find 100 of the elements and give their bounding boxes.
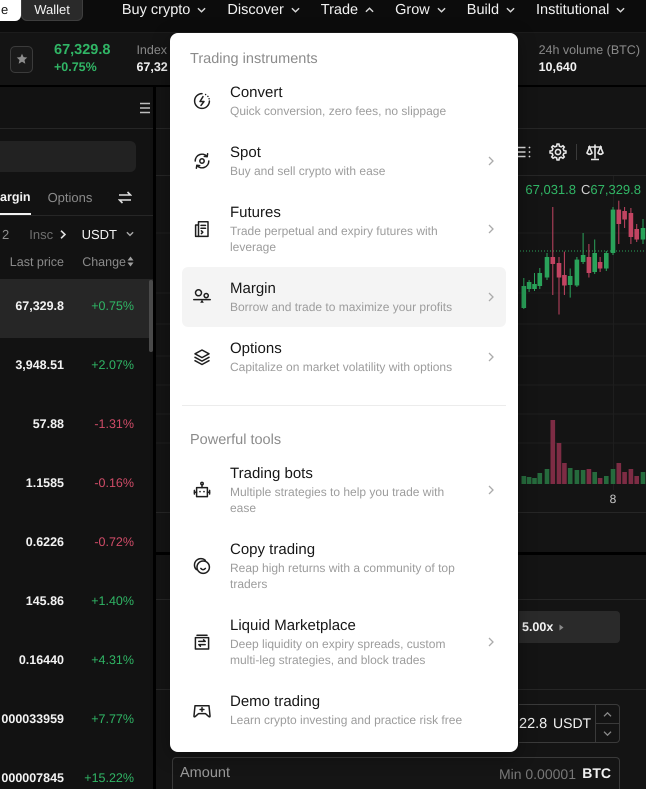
change-cell: +4.31% xyxy=(91,652,134,669)
nav-menu-button[interactable]: Buy crypto xyxy=(122,0,206,20)
price-cell: 000033959 xyxy=(1,711,64,728)
overlapping-circles-icon xyxy=(192,556,212,576)
item-title: Futures xyxy=(230,203,281,223)
stat-label: 24h volume (BTC) xyxy=(538,42,640,59)
volume-bar xyxy=(640,472,646,484)
item-description: Trade perpetual and expiry futures with leverage xyxy=(230,223,439,255)
price-cell: 145.86 xyxy=(26,593,64,610)
leverage-button[interactable]: 5.00x xyxy=(519,611,620,643)
price-cell: 000007845 xyxy=(1,770,64,787)
favorite-button[interactable] xyxy=(10,46,33,72)
sort-icon[interactable] xyxy=(127,256,134,267)
item-description: Learn crypto investing and practice risk free xyxy=(230,712,462,728)
stat-label: Index xyxy=(136,42,168,59)
menu-item[interactable]: Liquid Marketplace Deep liquidity on expiry spreads, custom multi-leg strategies, and block trades xyxy=(182,604,506,680)
ohlc-label: C xyxy=(581,182,590,198)
axis-label: 8 xyxy=(610,492,616,506)
chevron-right-icon[interactable] xyxy=(60,228,66,240)
rotating-arrows-icon xyxy=(192,151,212,171)
candlestick xyxy=(640,218,646,244)
item-title: Demo trading xyxy=(230,692,320,712)
change-cell: -1.31% xyxy=(94,416,134,433)
document-icon xyxy=(192,219,212,239)
volume-bar xyxy=(604,476,609,484)
item-title: Spot xyxy=(230,143,261,163)
menu-item[interactable]: Trading bots Multiple strategies to help you trade with ease xyxy=(182,452,506,528)
change-cell: +0.75% xyxy=(91,298,134,315)
item-description: Reap high returns with a community of top traders xyxy=(230,560,456,592)
list-icon[interactable] xyxy=(517,146,531,158)
nav-menu-button[interactable]: Institutional xyxy=(536,0,626,20)
nav-menu-button[interactable]: Grow xyxy=(395,0,446,20)
market-row[interactable]: 67,329.8 +0.75% xyxy=(0,279,153,338)
filter-tab[interactable]: Insc xyxy=(29,226,54,242)
section-title: Trading instruments xyxy=(189,50,318,69)
menu-item[interactable]: Demo trading Learn crypto investing and practice risk free xyxy=(182,680,506,740)
change-cell: -0.72% xyxy=(94,534,134,551)
item-title: Copy trading xyxy=(230,540,316,560)
candlestick xyxy=(604,250,609,272)
price-change: +0.75% xyxy=(54,59,97,76)
item-description: Borrow and trade to maximize your profits xyxy=(230,299,452,315)
robot-icon xyxy=(192,480,212,500)
star-icon xyxy=(16,53,28,65)
balance-scale-icon[interactable] xyxy=(586,143,604,161)
filter-tab[interactable]: 2 xyxy=(2,226,10,242)
menu-item[interactable]: Options Capitalize on market volatility with options xyxy=(182,327,506,387)
item-description: Multiple strategies to help you trade with ease xyxy=(230,484,446,516)
exchange-box-icon xyxy=(192,632,212,652)
market-tab[interactable]: argin xyxy=(0,180,31,215)
quote-currency-dropdown[interactable]: USDT xyxy=(82,226,134,242)
swap-icon[interactable] xyxy=(118,191,132,204)
market-tab[interactable]: Options xyxy=(48,180,92,215)
menu-item[interactable]: Spot Buy and sell crypto with ease xyxy=(182,131,506,191)
list-icon[interactable] xyxy=(140,102,150,114)
price-cell: 1.1585 xyxy=(26,475,64,492)
chevron-down-icon xyxy=(603,730,612,736)
change-cell: +7.77% xyxy=(91,711,134,728)
change-cell: -0.16% xyxy=(94,475,134,492)
stat-value: 67,32 xyxy=(136,59,168,76)
settings-icon[interactable] xyxy=(549,143,567,161)
menu-item[interactable]: Futures Trade perpetual and expiry futures with leverage xyxy=(182,191,506,267)
ohlc-value: 67,031.8 xyxy=(525,182,576,198)
menu-item[interactable]: Convert Quick conversion, zero fees, no slippage xyxy=(182,71,506,131)
menu-item[interactable]: Copy trading Reap high returns with a community of top traders xyxy=(182,528,506,604)
nav-menu-button[interactable]: Trade xyxy=(320,0,374,20)
item-title: Margin xyxy=(230,279,276,299)
price-cell: 0.16440 xyxy=(18,652,64,669)
decrement-button[interactable] xyxy=(595,723,619,742)
chevron-up-icon xyxy=(603,712,612,716)
lightning-circle-icon xyxy=(192,91,212,111)
item-title: Convert xyxy=(230,83,283,103)
item-description: Capitalize on market volatility with options xyxy=(230,359,452,375)
item-description: Quick conversion, zero fees, no slippage xyxy=(230,103,446,119)
nav-menu-button[interactable]: Discover xyxy=(227,0,300,20)
change-cell: +2.07% xyxy=(91,357,134,374)
menu-item[interactable]: Margin Borrow and trade to maximize your profits xyxy=(182,267,506,327)
scrollbar[interactable] xyxy=(149,280,153,352)
last-price: 67,329.8 xyxy=(54,42,110,59)
price-cell: 3,948.51 xyxy=(15,357,64,374)
ohlc-value: 67,329.8 xyxy=(590,182,641,198)
item-title: Trading bots xyxy=(230,464,313,484)
unit-label: USDT xyxy=(553,715,592,732)
price-cell: 0.6226 xyxy=(26,534,64,551)
toggle-option[interactable]: Wallet xyxy=(21,0,83,21)
field-label: Amount xyxy=(180,765,230,782)
caret-right-icon xyxy=(559,624,564,630)
price-cell: 57.88 xyxy=(32,416,64,433)
item-description: Buy and sell crypto with ease xyxy=(230,163,386,179)
unit-label: BTC xyxy=(582,765,611,782)
item-title: Liquid Marketplace xyxy=(230,616,356,636)
change-cell: +15.22% xyxy=(84,770,134,787)
item-title: Options xyxy=(230,339,282,359)
change-cell: +1.40% xyxy=(91,593,134,610)
chevron-down-icon xyxy=(126,231,134,237)
toggle-option[interactable]: e xyxy=(0,0,22,21)
stat-value: 10,640 xyxy=(538,59,577,76)
nav-menu-button[interactable]: Build xyxy=(466,0,516,20)
price-cell: 67,329.8 xyxy=(15,298,64,315)
column-header: Last price xyxy=(10,254,64,268)
section-title: Powerful tools xyxy=(189,431,282,450)
